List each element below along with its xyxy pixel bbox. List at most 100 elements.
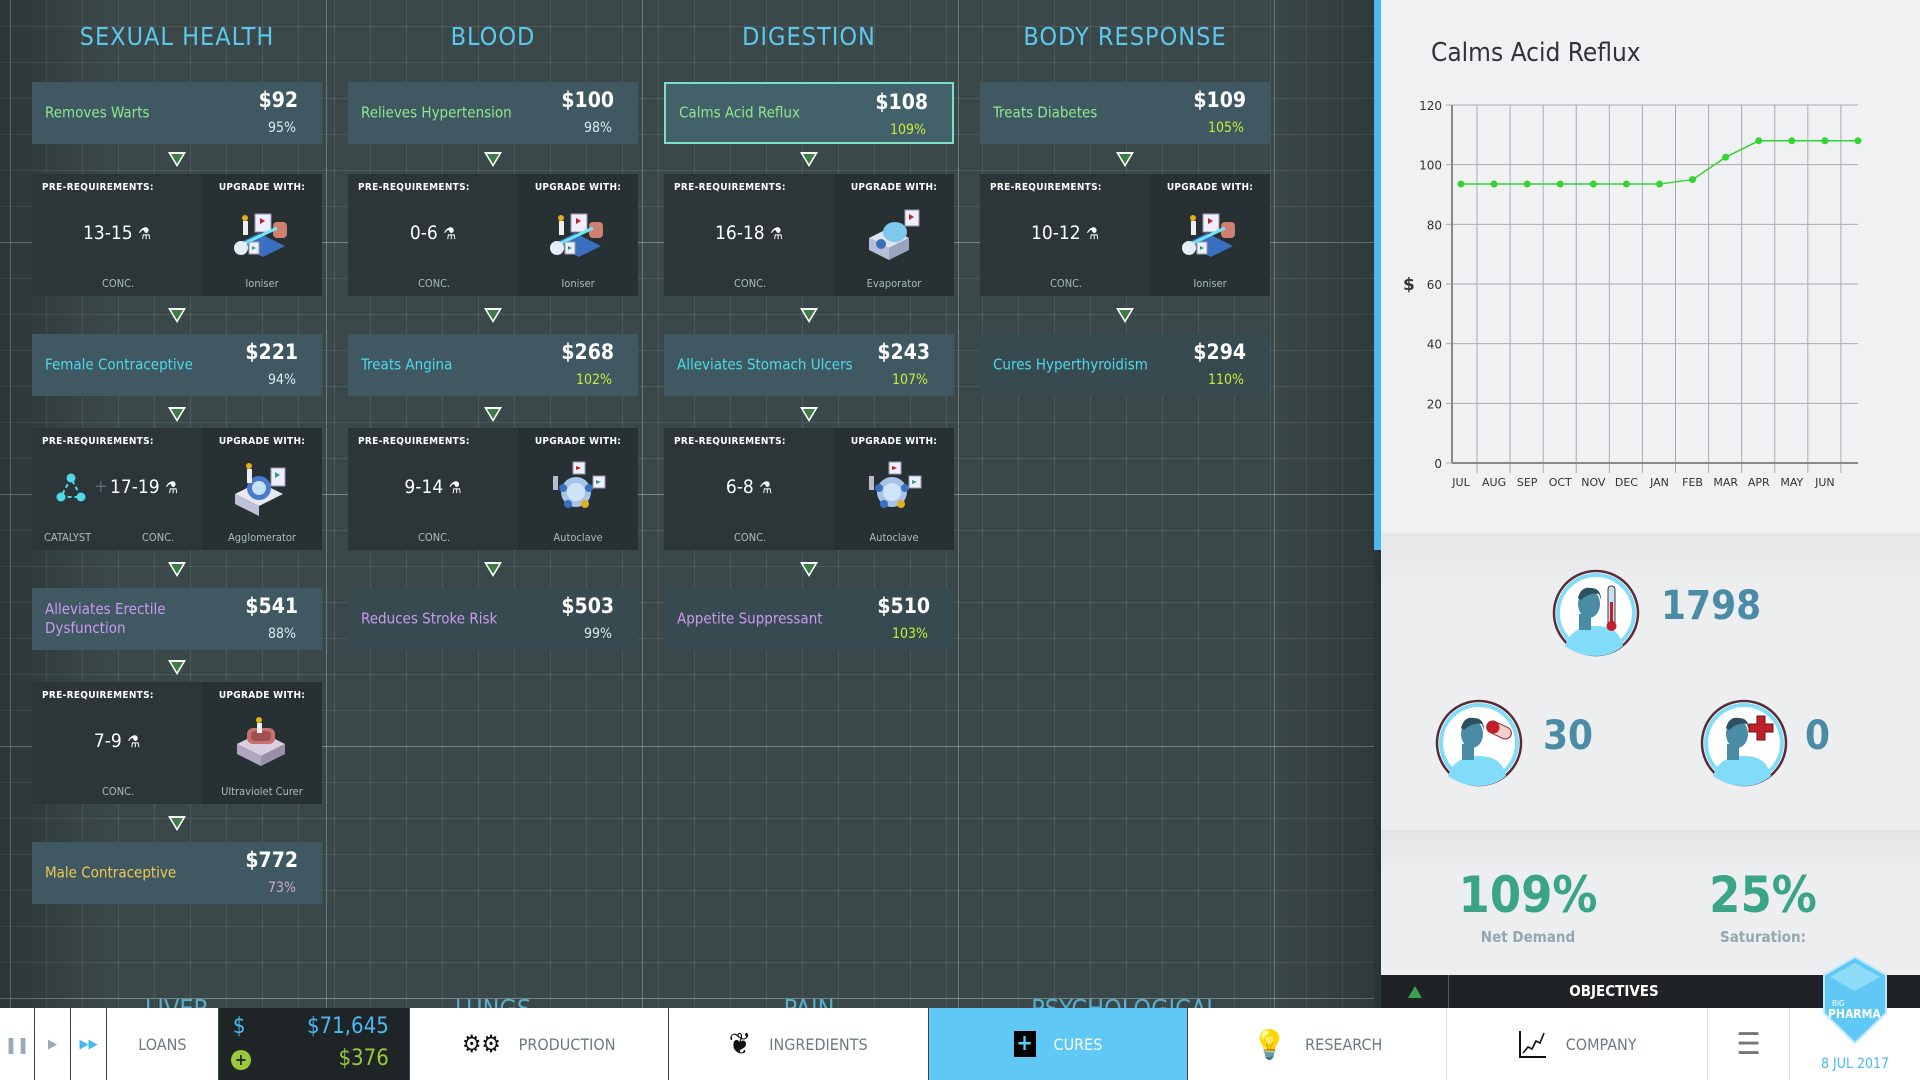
flask-icon: ⚗ [138,224,151,243]
ioniser-machine-icon [234,213,287,257]
upgrade-machine[interactable]: UPGRADE WITH: Ioniser [1150,174,1270,296]
research-label: RESEARCH [1305,1034,1383,1054]
concentration-range: 7-9 [93,730,122,752]
price-point [1457,180,1465,188]
prerequisites-label: PRE-REQUIREMENTS: [358,182,470,193]
tab-ingredients[interactable]: ❦ INGREDIENTS [669,1008,929,1080]
menu-button[interactable]: ☰ [1708,1008,1791,1080]
prerequisites-label: PRE-REQUIREMENTS: [42,182,154,193]
cure-price: $221 [245,340,298,364]
y-tick-label: 80 [1427,218,1442,232]
machine-name: Ultraviolet Curer [221,785,303,798]
cure-demand-percent: 94% [268,372,296,388]
column-header: LUNGS [348,994,638,1008]
cure-card[interactable]: Reduces Stroke Risk $503 99% [348,588,638,650]
machine-name: Agglomerator [228,531,296,544]
cure-name: Removes Warts [45,103,150,122]
plus-icon: + [94,476,108,497]
cure-details-panel: Calms Acid Reflux 0 20 40 60 80 100 120 JUL AUG S… [1381,0,1920,1008]
machine-name: Ioniser [561,277,595,290]
cure-card[interactable]: Treats Diabetes $109 105% [980,82,1270,144]
down-arrow-icon [168,308,186,323]
upgrade-machine[interactable]: UPGRADE WITH: Ioniser [202,174,322,296]
y-tick-label: 0 [1434,457,1442,471]
cure-card[interactable]: Female Contraceptive $221 94% [32,334,322,396]
loans-button[interactable]: LOANS [107,1008,219,1080]
tab-company[interactable]: COMPANY [1447,1008,1709,1080]
cure-card[interactable]: Alleviates Stomach Ulcers $243 107% [664,334,954,396]
loans-label: LOANS [138,1034,187,1054]
cure-card[interactable]: Removes Warts $92 95% [32,82,322,144]
cure-name: Alleviates Erectile Dysfunction [45,600,166,637]
down-arrow-icon [1116,152,1134,167]
upgrade-with-label: UPGRADE WITH: [534,436,622,447]
cure-card[interactable]: Alleviates Erectile Dysfunction $541 88% [32,588,322,650]
play-button[interactable]: ▶ [35,1008,71,1080]
price-line [1461,140,1858,185]
cure-card[interactable]: Calms Acid Reflux $108 109% [664,82,954,144]
cure-card[interactable]: Relieves Hypertension $100 98% [348,82,638,144]
cure-card[interactable]: Treats Angina $268 102% [348,334,638,396]
concentration-range: 16-18 [714,222,765,244]
saturation-value: 25% [1709,866,1817,924]
cure-card[interactable]: Male Contraceptive $772 73% [32,842,322,904]
upgrade-machine[interactable]: UPGRADE WITH: Autoclave [518,428,638,550]
y-tick-label: 60 [1427,278,1442,292]
flask-icon: ⚗ [443,224,457,243]
cure-name: Relieves Hypertension [361,103,512,122]
cure-card[interactable]: Appetite Suppressant $510 103% [664,588,954,650]
down-arrow-icon [168,407,186,422]
down-arrow-icon [484,308,502,323]
gears-icon: ⚙⚙ [461,1030,501,1058]
cure-price: $268 [561,340,614,364]
down-arrow-icon [484,152,502,167]
catalyst-icon [56,473,86,502]
x-tick-label: MAR [1713,476,1738,489]
ultraviolet-curer-machine-icon [237,717,285,766]
flask-icon: ⚗ [448,478,462,497]
scrollbar-thumb[interactable] [1374,0,1381,550]
cure-card[interactable]: Cures Hyperthyroidism $294 110% [980,334,1270,396]
x-tick-label: DEC [1615,476,1638,489]
price-point [1656,180,1663,188]
tab-research[interactable]: 💡 RESEARCH [1188,1008,1448,1080]
triangle-up-icon [1407,985,1422,998]
column-header: PAIN [664,994,954,1008]
cure-price: $108 [875,90,928,114]
cure-price: $92 [258,88,298,112]
upgrade-machine[interactable]: UPGRADE WITH: Ioniser [518,174,638,296]
cure-demand-percent: 109% [889,122,926,138]
objectives-expand-button[interactable] [1381,975,1449,1008]
cure-price: $294 [1193,340,1246,364]
cash-balance: $71,645 [306,1014,389,1039]
upgrade-machine[interactable]: UPGRADE WITH: Autoclave [834,428,954,550]
ioniser-machine-icon [1182,213,1235,257]
tab-production[interactable]: ⚙⚙ PRODUCTION [408,1008,669,1080]
concentration-range: 9-14 [404,476,444,498]
upgrade-requirements-box: PRE-REQUIREMENTS: 7-9 ⚗ CONC. UPGRADE WI… [32,682,322,804]
tab-cures[interactable]: + CURES [928,1008,1189,1080]
cure-demand-percent: 99% [584,626,612,642]
upgrade-with-label: UPGRADE WITH: [534,182,622,193]
upgrade-machine[interactable]: UPGRADE WITH: Ultraviolet Curer [202,682,322,804]
y-tick-label: 40 [1427,338,1442,352]
saturation-label: Saturation: [1719,928,1806,946]
concentration-label: CONC. [734,277,767,290]
machine-name: Ioniser [1193,277,1227,290]
x-tick-label: AUG [1482,476,1506,489]
pause-button[interactable]: ❚❚ [0,1008,35,1080]
column-header: DIGESTION [742,22,876,51]
prerequisites-label: PRE-REQUIREMENTS: [674,436,786,447]
y-tick-label: 20 [1427,397,1442,411]
upgrade-machine[interactable]: UPGRADE WITH: Evaporator [834,174,954,296]
cure-demand-percent: 103% [891,626,928,642]
upgrade-requirements-box: PRE-REQUIREMENTS: 9-14 ⚗ CONC. UPGRADE W… [348,428,638,550]
x-tick-label: FEB [1682,476,1703,489]
upgrade-machine[interactable]: UPGRADE WITH: Agglomerator [202,428,322,550]
concentration-label: CONC. [418,531,451,544]
price-point [1755,137,1763,145]
cure-demand-percent: 105% [1207,120,1244,136]
leaf-icon: ❦ [728,1026,752,1062]
fast-forward-button[interactable]: ▶▶ [71,1008,107,1080]
down-arrow-icon [800,407,818,422]
